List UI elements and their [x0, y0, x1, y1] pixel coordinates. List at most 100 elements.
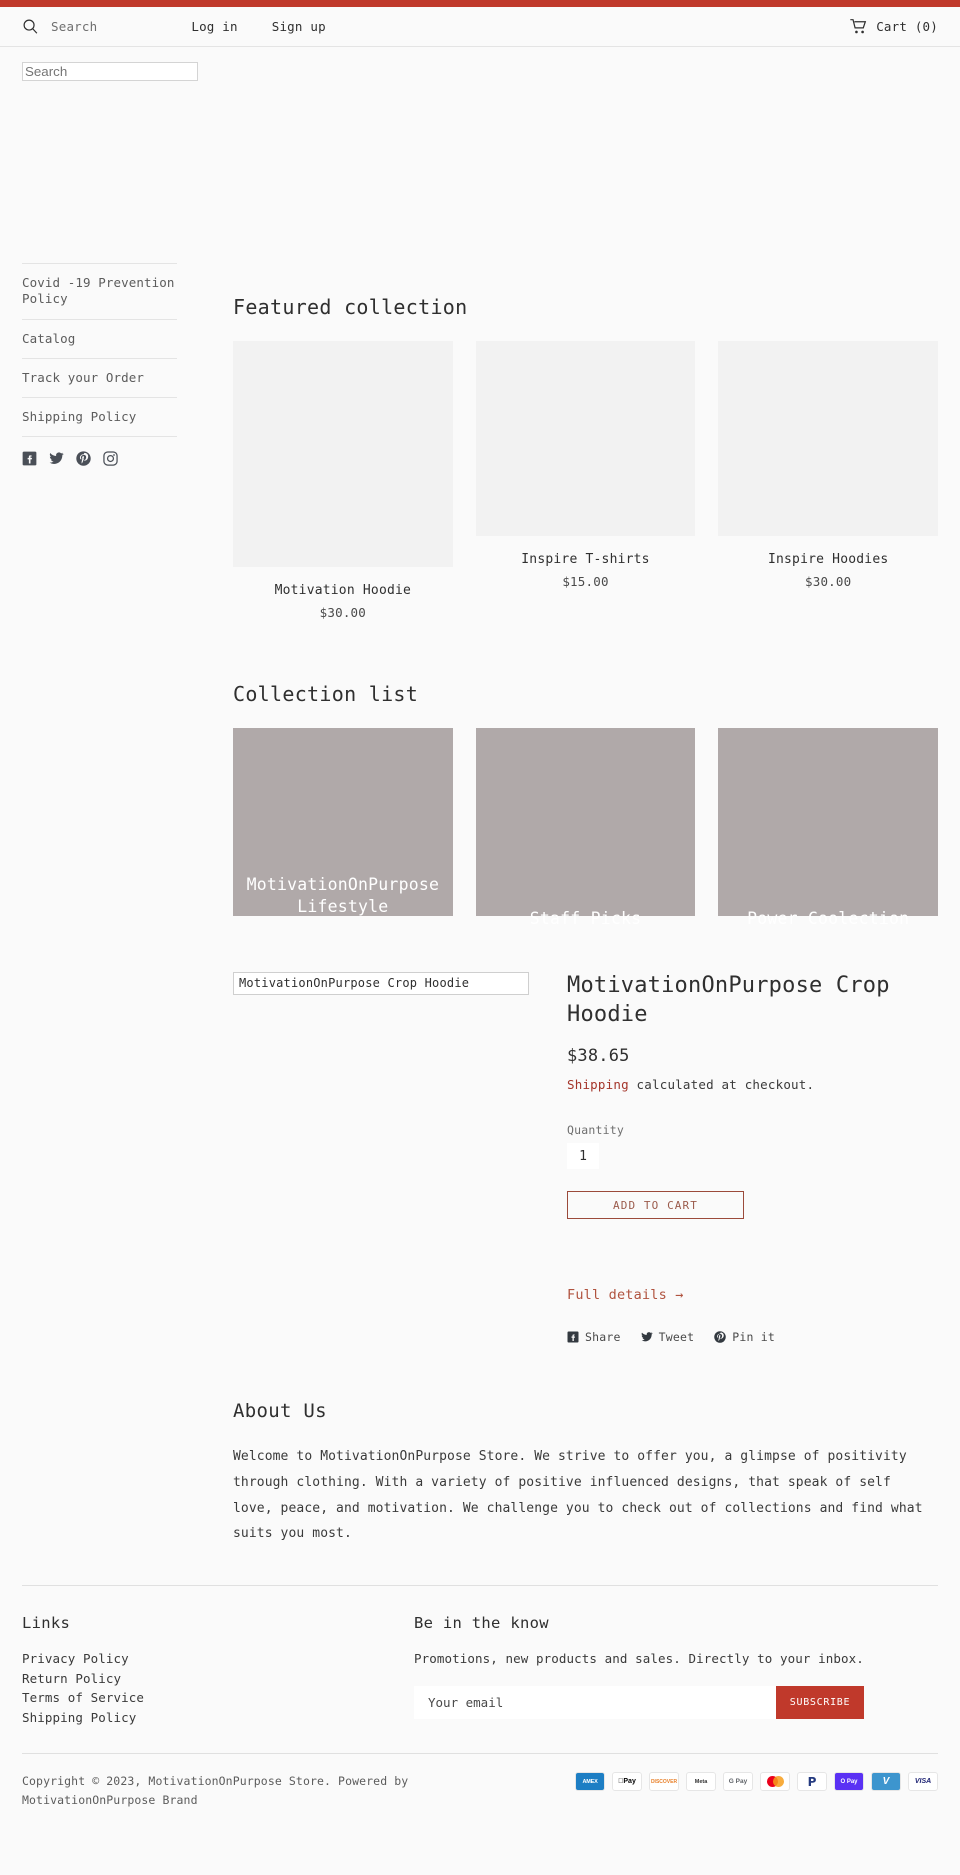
product-price: $30.00 [805, 574, 852, 589]
newsletter-form: SUBSCRIBE [414, 1686, 864, 1720]
share-row: Share Tweet Pin it [567, 1330, 938, 1344]
nav-log-in[interactable]: Log in [191, 19, 237, 34]
product-name: Inspire T-shirts [521, 552, 650, 567]
newsletter-description: Promotions, new products and sales. Dire… [414, 1651, 864, 1667]
footer-link-privacy-policy[interactable]: Privacy Policy [22, 1649, 414, 1669]
payment-icon-visa: VISA [908, 1772, 938, 1792]
collection-tile-power-coolection[interactable]: Power Coolection [718, 728, 939, 928]
pinterest-icon[interactable] [76, 451, 91, 466]
payment-icon-mastercard [760, 1772, 790, 1792]
collection-tile-staff-picks[interactable]: Staff Picks [475, 728, 696, 928]
product-image[interactable] [233, 341, 453, 567]
product-name: Inspire Hoodies [767, 552, 889, 567]
product-name: Motivation Hoodie [274, 583, 412, 598]
payment-icon-apple-pay: Pay [612, 1772, 642, 1792]
instagram-icon[interactable] [103, 451, 118, 466]
cart-link[interactable]: Cart (0) [850, 19, 938, 34]
twitter-icon[interactable] [49, 451, 64, 466]
featured-product-media: MotivationOnPurpose Crop Hoodie [233, 972, 529, 1344]
payment-methods: AMEX Pay DISCOVER Meta G Pay P O Pay V … [575, 1772, 938, 1792]
header-search[interactable]: Search [22, 18, 97, 35]
featured-collection-title: Featured collection [233, 295, 468, 319]
subscribe-button[interactable]: SUBSCRIBE [776, 1686, 864, 1720]
search-input[interactable] [22, 62, 198, 81]
collection-list-section: Collection list MotivationOnPurpose Life… [233, 682, 939, 928]
nav-sign-up[interactable]: Sign up [272, 19, 326, 34]
footer-bottom: Copyright © 2023, MotivationOnPurpose St… [22, 1753, 938, 1825]
product-card[interactable]: Inspire Hoodies $30.00 [718, 341, 939, 589]
share-label: Share [585, 1330, 621, 1345]
cart-label: Cart (0) [876, 19, 938, 34]
product-image-alt-text[interactable]: MotivationOnPurpose Crop Hoodie [233, 972, 529, 995]
facebook-icon[interactable] [22, 451, 37, 466]
shipping-note-rest: calculated at checkout. [628, 1077, 815, 1093]
full-details-link[interactable]: Full details → [567, 1287, 684, 1303]
search-field-row [0, 47, 960, 81]
share-facebook-button[interactable]: Share [567, 1330, 621, 1344]
top-accent-bar [0, 0, 960, 7]
footer-top: Links Privacy Policy Return Policy Terms… [22, 1585, 938, 1753]
featured-product-grid: Motivation Hoodie $30.00 Inspire T-shirt… [233, 341, 939, 620]
featured-collection-section: Featured collection Motivation Hoodie $3… [233, 81, 939, 620]
sidebar-social-links [22, 436, 177, 466]
payment-icon-venmo: V [871, 1772, 901, 1792]
footer-link-return-policy[interactable]: Return Policy [22, 1669, 414, 1689]
about-text: Welcome to MotivationOnPurpose Store. We… [233, 1449, 923, 1542]
about-title: About Us [233, 1400, 327, 1423]
collection-tile-label: MotivationOnPurpose Lifestyle [246, 875, 440, 917]
twitter-icon [641, 1332, 653, 1342]
search-icon[interactable] [22, 18, 39, 35]
page-body: Covid -19 Prevention Policy Catalog Trac… [0, 81, 960, 1585]
footer-links-heading: Links [22, 1614, 71, 1633]
site-header: Search Log in Sign up Cart (0) [0, 7, 960, 47]
product-price: $15.00 [562, 574, 609, 589]
share-label: Pin it [732, 1330, 775, 1345]
sidebar-item-covid-policy[interactable]: Covid -19 Prevention Policy [22, 263, 177, 319]
product-image[interactable] [718, 341, 939, 536]
cart-icon[interactable] [850, 19, 867, 34]
collection-tile-label: Power Coolection [747, 909, 910, 929]
payment-icon-google-pay: G Pay [723, 1772, 753, 1792]
product-price: $30.00 [319, 605, 367, 620]
product-card[interactable]: Inspire T-shirts $15.00 [475, 341, 696, 589]
product-price: $38.65 [567, 1046, 630, 1067]
payment-icon-meta-pay: Meta [686, 1772, 716, 1792]
payment-icon-discover: DISCOVER [649, 1772, 679, 1792]
featured-product-info: MotivationOnPurpose Crop Hoodie $38.65 S… [549, 972, 938, 1344]
add-to-cart-button[interactable]: ADD TO CART [567, 1191, 744, 1220]
collection-tiles: MotivationOnPurpose Lifestyle Staff Pick… [233, 728, 939, 928]
shipping-note: Shipping calculated at checkout. [567, 1077, 938, 1092]
newsletter-column: Be in the know Promotions, new products … [414, 1614, 938, 1727]
product-card[interactable]: Motivation Hoodie $30.00 [233, 341, 453, 620]
main-content: Featured collection Motivation Hoodie $3… [177, 81, 939, 1585]
pinterest-icon [714, 1331, 726, 1343]
product-image[interactable] [475, 341, 696, 536]
search-label: Search [51, 19, 98, 34]
newsletter-heading: Be in the know [414, 1614, 549, 1633]
header-nav: Log in Sign up [191, 19, 325, 34]
facebook-icon [567, 1331, 579, 1343]
sidebar-item-catalog[interactable]: Catalog [22, 318, 177, 358]
collection-tile-lifestyle[interactable]: MotivationOnPurpose Lifestyle [233, 728, 453, 916]
share-twitter-button[interactable]: Tweet [641, 1330, 695, 1344]
payment-icon-amex: AMEX [575, 1772, 605, 1792]
about-section: About Us Welcome to MotivationOnPurpose … [233, 1400, 938, 1585]
footer-link-terms-of-service[interactable]: Terms of Service [22, 1688, 414, 1708]
collection-list-title: Collection list [233, 682, 419, 706]
share-pinterest-button[interactable]: Pin it [714, 1330, 775, 1344]
product-title: MotivationOnPurpose Crop Hoodie [567, 973, 890, 1027]
shipping-link[interactable]: Shipping [567, 1077, 629, 1092]
quantity-label: Quantity [567, 1123, 624, 1138]
footer-link-shipping-policy[interactable]: Shipping Policy [22, 1708, 414, 1728]
payment-icon-paypal: P [797, 1772, 827, 1792]
footer-links-column: Links Privacy Policy Return Policy Terms… [22, 1614, 414, 1727]
newsletter-email-input[interactable] [414, 1686, 776, 1720]
copyright-text: Copyright © 2023, MotivationOnPurpose St… [22, 1774, 409, 1807]
collection-tile-label: Staff Picks [529, 909, 642, 929]
featured-product-section: MotivationOnPurpose Crop Hoodie Motivati… [233, 972, 938, 1344]
sidebar-item-track-order[interactable]: Track your Order [22, 357, 177, 397]
quantity-input[interactable] [567, 1143, 599, 1170]
sidebar-item-shipping-policy[interactable]: Shipping Policy [22, 397, 177, 436]
share-label: Tweet [658, 1330, 695, 1345]
sidebar: Covid -19 Prevention Policy Catalog Trac… [22, 81, 177, 1585]
